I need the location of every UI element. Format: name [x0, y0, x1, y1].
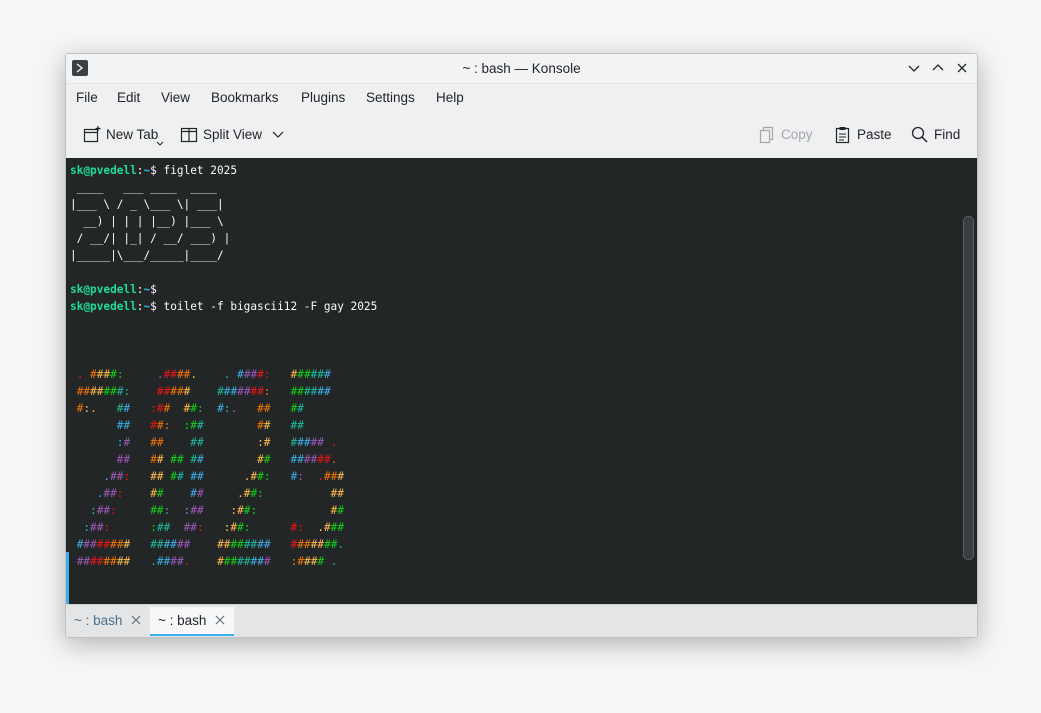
menu-file[interactable]: File: [76, 90, 98, 105]
menu-plugins[interactable]: Plugins: [301, 90, 345, 105]
tab-bash-1[interactable]: ~ : bash: [66, 607, 149, 634]
paste-label: Paste: [857, 127, 892, 142]
command-text: toilet -f bigascii12 -F gay 2025: [156, 300, 378, 313]
new-tab-label: New Tab: [106, 127, 159, 142]
close-icon[interactable]: [213, 613, 227, 627]
close-icon: [957, 63, 967, 73]
menu-bar: File Edit View Bookmarks Plugins Setting…: [66, 84, 977, 112]
find-label: Find: [934, 127, 961, 142]
dropdown-arrow-icon: [156, 141, 164, 146]
toilet-line: ## ##: :## ## ##: [116, 419, 304, 432]
toilet-line: :##: :## ##: :##: #: .###: [83, 521, 345, 534]
tab-label: ~ : bash: [158, 613, 207, 628]
toilet-line: ######## ###### ######## #######.: [76, 538, 345, 551]
toilet-line: :# ## ## :# ##### .: [116, 436, 338, 449]
terminal-view[interactable]: sk@pvedell:~$ figlet 2025 ____ ___ ____ …: [66, 158, 977, 604]
konsole-window: ~ : bash — Konsole File Edit View Bookma…: [65, 53, 978, 638]
figlet-line: __) | | | |__) |___ \: [70, 215, 224, 228]
figlet-line: ____ ___ ____ ____: [70, 181, 217, 194]
terminal-output: sk@pvedell:~$ figlet 2025 ____ ___ ____ …: [70, 162, 377, 570]
toilet-line: :##: ##: :## :##: ##: [90, 504, 345, 517]
prompt-line: sk@pvedell:~$: [70, 283, 157, 296]
menu-help[interactable]: Help: [436, 90, 464, 105]
tab-label: ~ : bash: [74, 613, 123, 628]
tab-bash-2[interactable]: ~ : bash: [150, 607, 234, 636]
window-title: ~ : bash — Konsole: [462, 61, 581, 76]
chevron-down-icon: [908, 65, 920, 72]
chevron-down-icon: [272, 131, 284, 138]
chevron-up-icon: [932, 64, 944, 71]
copy-button[interactable]: Copy: [757, 125, 815, 145]
split-view-label: Split View: [203, 127, 263, 142]
toilet-output: . ####: .####. . ####: ###### #######: #…: [70, 366, 377, 570]
toilet-line: ######## .####. ######## :#### .: [76, 555, 338, 568]
split-view-button[interactable]: Split View: [179, 125, 289, 145]
split-view-icon: [180, 127, 198, 143]
toilet-line: #:. ## :## ##: #:. ## ##: [76, 402, 304, 415]
copy-icon: [759, 126, 774, 144]
figlet-line: / __/| |_| / __/ ___) |: [70, 232, 231, 245]
command-text: figlet 2025: [156, 164, 238, 177]
toilet-line: ## ## ## ## ## ######.: [116, 453, 338, 466]
figlet-output: ____ ___ ____ ____ |___ \ / _ \___ \| ___…: [70, 179, 377, 264]
toilet-line: . ####: .####. . ####: ######: [76, 368, 331, 381]
new-tab-button[interactable]: New Tab: [82, 125, 166, 146]
toilet-line: .##: ## ## .##: ##: [96, 487, 344, 500]
menu-view[interactable]: View: [161, 90, 190, 105]
figlet-line: |___ \ / _ \___ \| ___|: [70, 198, 224, 211]
tab-bar: ~ : bash ~ : bash: [66, 604, 977, 637]
menu-settings[interactable]: Settings: [366, 90, 415, 105]
menu-edit[interactable]: Edit: [117, 90, 140, 105]
title-bar[interactable]: ~ : bash — Konsole: [66, 54, 977, 84]
paste-icon: [835, 127, 850, 144]
search-icon: [911, 126, 928, 143]
paste-button[interactable]: Paste: [833, 125, 893, 145]
toilet-line: .##: ## ## ## .##: #: .###: [103, 470, 345, 483]
copy-label: Copy: [781, 127, 813, 142]
maximize-button[interactable]: [930, 60, 946, 76]
close-icon[interactable]: [129, 613, 143, 627]
cursor-marker: [66, 552, 69, 604]
close-window-button[interactable]: [954, 60, 970, 76]
toilet-line: #######: ##### #######: ######: [76, 385, 331, 398]
toolbar: New Tab Split View Copy Paste Find: [66, 112, 977, 159]
new-tab-icon: [83, 126, 101, 143]
find-button[interactable]: Find: [910, 125, 962, 145]
prompt-line: sk@pvedell:~$ figlet 2025: [70, 164, 238, 177]
menu-bookmarks[interactable]: Bookmarks: [211, 90, 279, 105]
prompt-line: sk@pvedell:~$ toilet -f bigascii12 -F ga…: [70, 300, 378, 313]
figlet-line: |_____|\___/_____|____/: [70, 249, 224, 262]
minimize-button[interactable]: [906, 60, 922, 76]
terminal-scrollbar[interactable]: [963, 216, 974, 560]
